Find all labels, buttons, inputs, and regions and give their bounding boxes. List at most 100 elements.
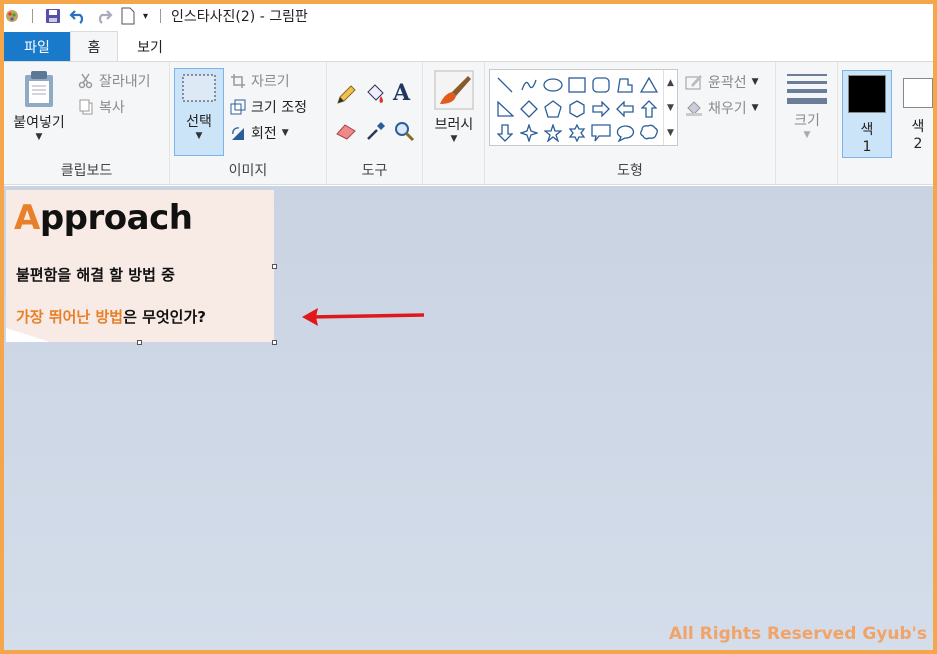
polygon-shape-icon[interactable] [613,73,637,97]
new-document-icon[interactable] [121,7,135,25]
four-point-star-shape-icon[interactable] [517,121,541,145]
five-point-star-shape-icon[interactable] [541,121,565,145]
resize-handle-right[interactable] [272,264,277,269]
line-width-icon [787,72,827,106]
image-corner-triangle [6,328,50,342]
rotate-button[interactable]: 회전 ▼ [230,123,289,143]
rotate-icon [230,125,246,141]
canvas-workspace[interactable]: Approach 불편함을 해결 할 방법 중 가장 뛰어난 방법은 무엇인가?… [4,186,933,650]
resize-button[interactable]: 크기 조정 [230,97,307,117]
tab-file[interactable]: 파일 [4,32,70,62]
watermark: All Rights Reserved Gyub's [668,624,927,644]
oval-shape-icon[interactable] [541,73,565,97]
crop-button[interactable]: 자르기 [230,71,290,91]
select-label: 선택 [186,114,212,130]
tools-group: A 도구 [327,62,423,184]
color-2-button[interactable]: 색 2 [898,70,933,152]
scissors-icon [78,73,94,89]
resize-handle-corner[interactable] [272,340,277,345]
separator [32,9,33,23]
outline-pen-icon [685,73,703,91]
fill-bucket-icon[interactable] [363,82,387,106]
image-text-highlight-2: 방법 [95,308,124,326]
ribbon-tabs: 파일 홈 보기 [4,30,933,62]
shapes-grid [493,73,661,145]
ribbon-home: 붙여넣기 ▼ 잘라내기 복사 클립보드 선택 ▼ 자르기 크기 조정 회전 ▼ … [4,61,933,185]
clipboard-icon [22,70,56,108]
outline-button[interactable]: 윤곽선 ▼ [685,72,759,92]
fill-label: 채우기 [708,101,747,117]
chevron-down-icon[interactable]: ▼ [36,132,43,142]
right-arrow-shape-icon[interactable] [589,97,613,121]
chevron-down-icon[interactable]: ▼ [752,103,759,113]
paint-app-icon[interactable] [4,8,20,24]
magnifier-icon[interactable] [393,120,415,142]
curve-shape-icon[interactable] [517,73,541,97]
select-button[interactable]: 선택 ▼ [174,68,224,156]
shapes-group-label: 도형 [617,163,643,179]
chevron-down-icon[interactable]: ▼ [196,131,203,141]
up-arrow-shape-icon[interactable] [637,97,661,121]
six-point-star-shape-icon[interactable] [565,121,589,145]
rectangular-callout-shape-icon[interactable] [589,121,613,145]
tab-view[interactable]: 보기 [118,32,182,62]
brushes-group: 브러시 ▼ [423,62,485,184]
copy-label: 복사 [99,100,125,116]
text-tool-icon[interactable]: A [393,80,410,106]
hexagon-shape-icon[interactable] [565,97,589,121]
tools-group-label: 도구 [361,163,388,179]
image-group: 선택 ▼ 자르기 크기 조정 회전 ▼ 이미지 [170,62,327,184]
color-picker-icon[interactable] [365,120,387,142]
oval-callout-shape-icon[interactable] [613,121,637,145]
fill-button[interactable]: 채우기 ▼ [685,98,759,118]
pencil-icon[interactable] [335,84,357,106]
colors-group: 색 1 색 2 [838,62,933,184]
undo-icon[interactable] [69,8,87,24]
paint-window: ▾ 인스타사진(2) - 그림판 파일 홈 보기 붙여넣기 ▼ 잘라내기 복사 … [4,4,933,650]
paste-button[interactable]: 붙여넣기 ▼ [8,70,70,142]
down-arrow-shape-icon[interactable] [493,121,517,145]
scroll-down-icon[interactable]: ▼ [667,103,674,113]
size-button[interactable]: 크기 ▼ [782,72,832,140]
image-text-line-2-rest: 은 무엇인가? [123,308,206,326]
pentagon-shape-icon[interactable] [541,97,565,121]
title-bar: ▾ 인스타사진(2) - 그림판 [4,4,933,28]
scroll-up-icon[interactable]: ▲ [667,78,674,88]
cloud-callout-shape-icon[interactable] [637,121,661,145]
resize-icon [230,99,246,115]
image-group-label: 이미지 [228,163,268,179]
color-2-swatch [903,78,933,108]
redo-icon[interactable] [95,8,113,24]
cut-button[interactable]: 잘라내기 [78,71,151,91]
rotate-label: 회전 [251,126,277,142]
canvas-image[interactable]: Approach 불편함을 해결 할 방법 중 가장 뛰어난 방법은 무엇인가? [6,190,274,342]
red-arrow-annotation [302,308,425,326]
line-shape-icon[interactable] [493,73,517,97]
resize-label: 크기 조정 [251,100,307,116]
color-1-label: 색 [860,122,874,138]
diamond-shape-icon[interactable] [517,97,541,121]
resize-handle-bottom[interactable] [137,340,142,345]
color-1-button[interactable]: 색 1 [842,70,892,158]
chevron-down-icon[interactable]: ▼ [752,77,759,87]
rectangle-shape-icon[interactable] [565,73,589,97]
save-icon[interactable] [45,8,61,24]
triangle-shape-icon[interactable] [637,73,661,97]
expand-gallery-icon[interactable]: ▼ [667,128,674,138]
select-rectangle-icon [181,73,217,103]
size-label: 크기 [794,113,820,129]
chevron-down-icon[interactable]: ▼ [804,130,811,140]
brushes-button[interactable]: 브러시 ▼ [429,70,479,144]
image-heading-rest: pproach [39,198,193,238]
chevron-down-icon[interactable]: ▼ [451,134,458,144]
left-arrow-shape-icon[interactable] [613,97,637,121]
eraser-icon[interactable] [335,122,357,140]
copy-button[interactable]: 복사 [78,97,125,117]
right-triangle-shape-icon[interactable] [493,97,517,121]
rounded-rectangle-shape-icon[interactable] [589,73,613,97]
shapes-scrollbar[interactable]: ▲ ▼ ▼ [663,70,677,145]
chevron-down-icon[interactable]: ▼ [282,128,289,138]
quick-access-toolbar: ▾ [4,4,165,28]
tab-home[interactable]: 홈 [70,31,118,62]
customize-toolbar-dropdown-icon[interactable]: ▾ [143,11,148,22]
